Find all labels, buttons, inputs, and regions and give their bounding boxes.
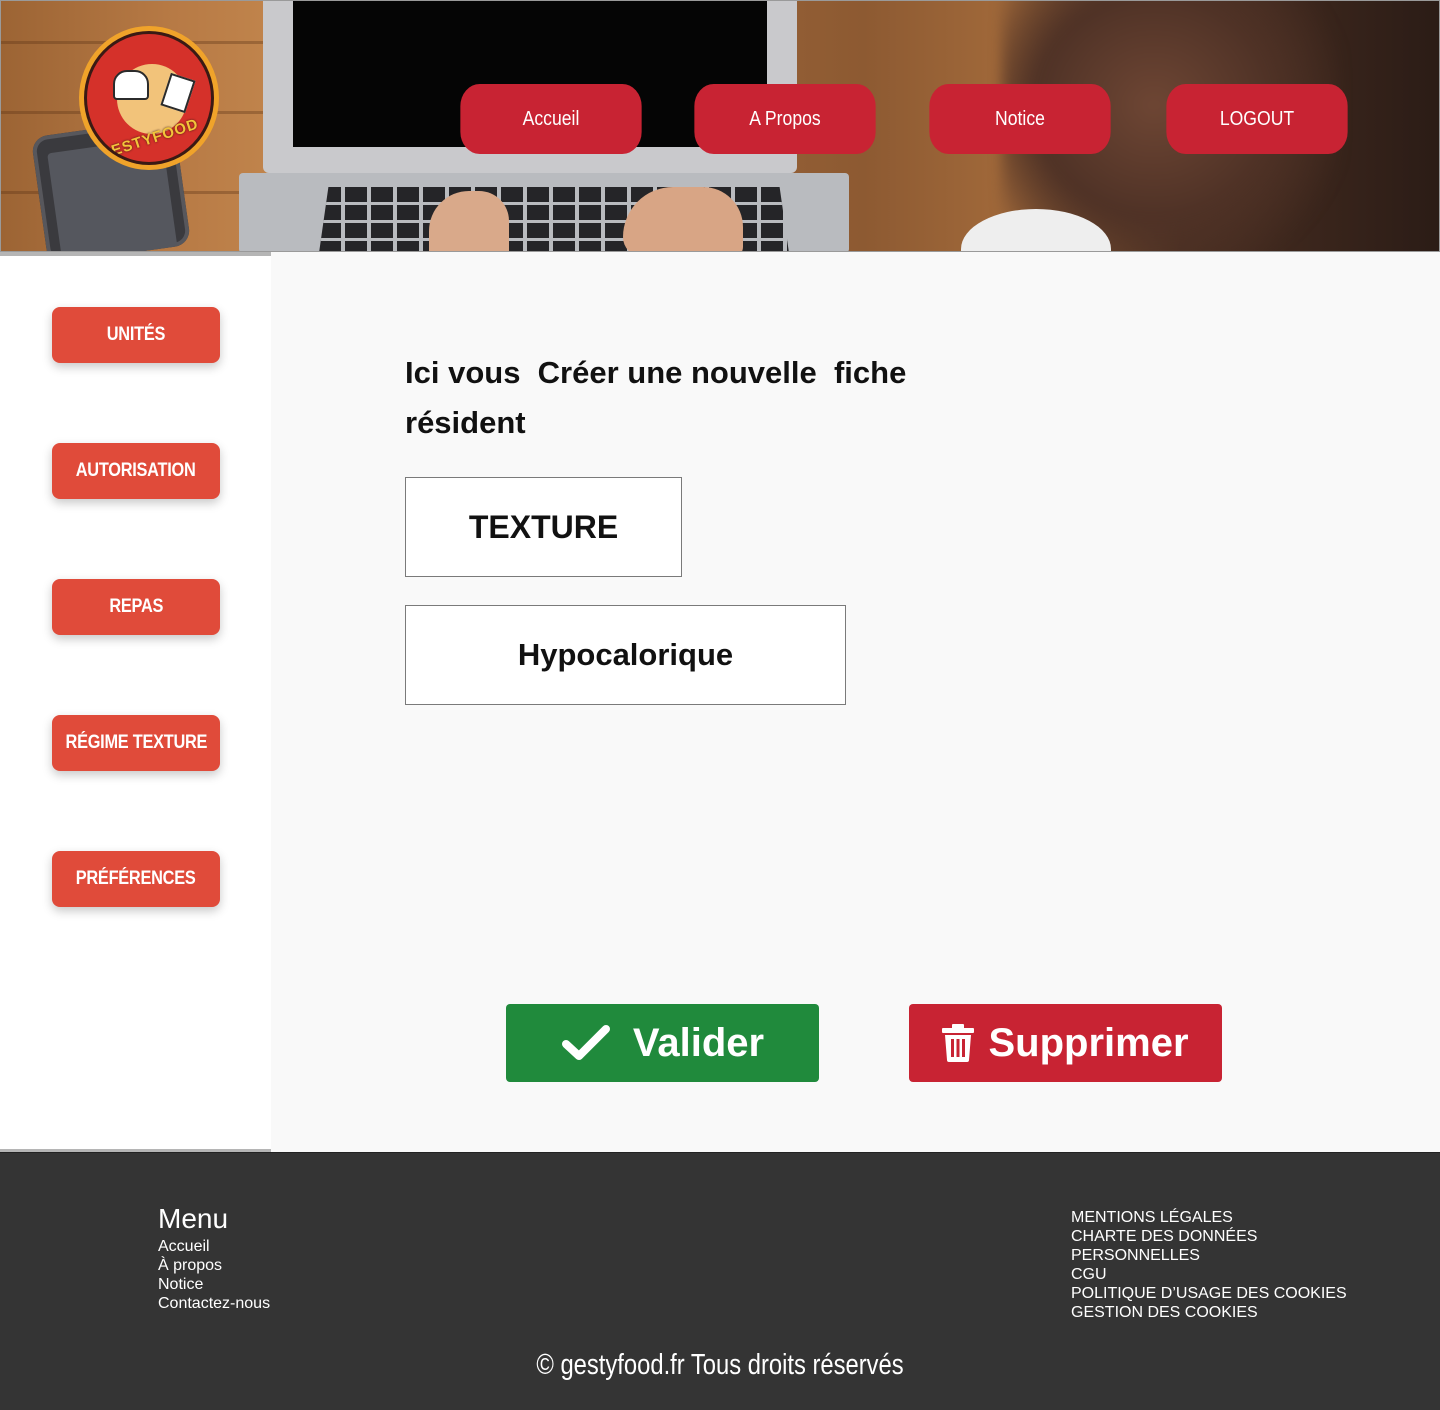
sidebar-item-autorisation[interactable]: AUTORISATION [52,443,220,499]
footer-link-cgu[interactable]: CGU [1071,1265,1347,1284]
footer-link-accueil[interactable]: Accueil [158,1237,270,1256]
footer-menu-title: Menu [158,1203,229,1234]
chef-hat-icon [113,70,149,100]
sidebar-item-label: REPAS [109,596,163,617]
texture-field[interactable]: TEXTURE [405,477,682,577]
sidebar-item-unites[interactable]: UNITÉS [52,307,220,363]
logout-button[interactable]: LOGOUT [1166,84,1348,154]
nav-accueil-button[interactable]: Accueil [460,84,642,154]
footer-link-cookie-policy[interactable]: POLITIQUE D’USAGE DES COOKIES [1071,1284,1347,1303]
gestyfood-logo[interactable]: GESTYFOOD [79,26,219,170]
footer-link-charte-cont[interactable]: PERSONNELLES [1071,1246,1347,1265]
footer-menu: Accueil À propos Notice Contactez-nous [158,1237,270,1313]
main-content: Ici vous Créer une nouvelle fiche réside… [271,252,1440,1152]
sidebar-item-label: AUTORISATION [76,460,196,481]
hypocalorique-field[interactable]: Hypocalorique [405,605,846,705]
footer-link-contact[interactable]: Contactez-nous [158,1294,270,1313]
sidebar: UNITÉS AUTORISATION REPAS RÉGIME TEXTURE… [0,252,271,1152]
delete-button[interactable]: Supprimer [909,1004,1222,1082]
footer-link-cookie-manage[interactable]: GESTION DES COOKIES [1071,1303,1347,1322]
delete-label: Supprimer [988,1020,1189,1065]
trash-icon [942,1024,975,1062]
validate-label: Valider [632,1020,765,1065]
sidebar-item-label: UNITÉS [106,324,166,345]
sidebar-item-preferences[interactable]: PRÉFÉRENCES [52,851,220,907]
check-icon [561,1025,610,1060]
copyright-text: © gestyfood.fr Tous droits réservés [536,1349,904,1381]
footer-link-notice[interactable]: Notice [158,1275,270,1294]
footer-link-apropos[interactable]: À propos [158,1256,270,1275]
page-title: Ici vous Créer une nouvelle fiche réside… [405,355,915,440]
footer-legal-links: MENTIONS LÉGALES CHARTE DES DONNÉES PERS… [1071,1208,1347,1322]
footer-link-charte[interactable]: CHARTE DES DONNÉES [1071,1227,1347,1246]
nav-apropos-button[interactable]: A Propos [694,84,876,154]
validate-button[interactable]: Valider [506,1004,819,1082]
sidebar-item-label: PRÉFÉRENCES [76,868,196,889]
header-banner: GESTYFOOD Accueil A Propos Notice LOGOUT [0,0,1440,252]
sidebar-item-label: RÉGIME TEXTURE [65,732,207,753]
sidebar-item-repas[interactable]: REPAS [52,579,220,635]
footer-link-mentions[interactable]: MENTIONS LÉGALES [1071,1208,1347,1227]
sidebar-item-regime-texture[interactable]: RÉGIME TEXTURE [52,715,220,771]
nav-notice-button[interactable]: Notice [929,84,1111,154]
footer: Menu Accueil À propos Notice Contactez-n… [0,1152,1440,1410]
